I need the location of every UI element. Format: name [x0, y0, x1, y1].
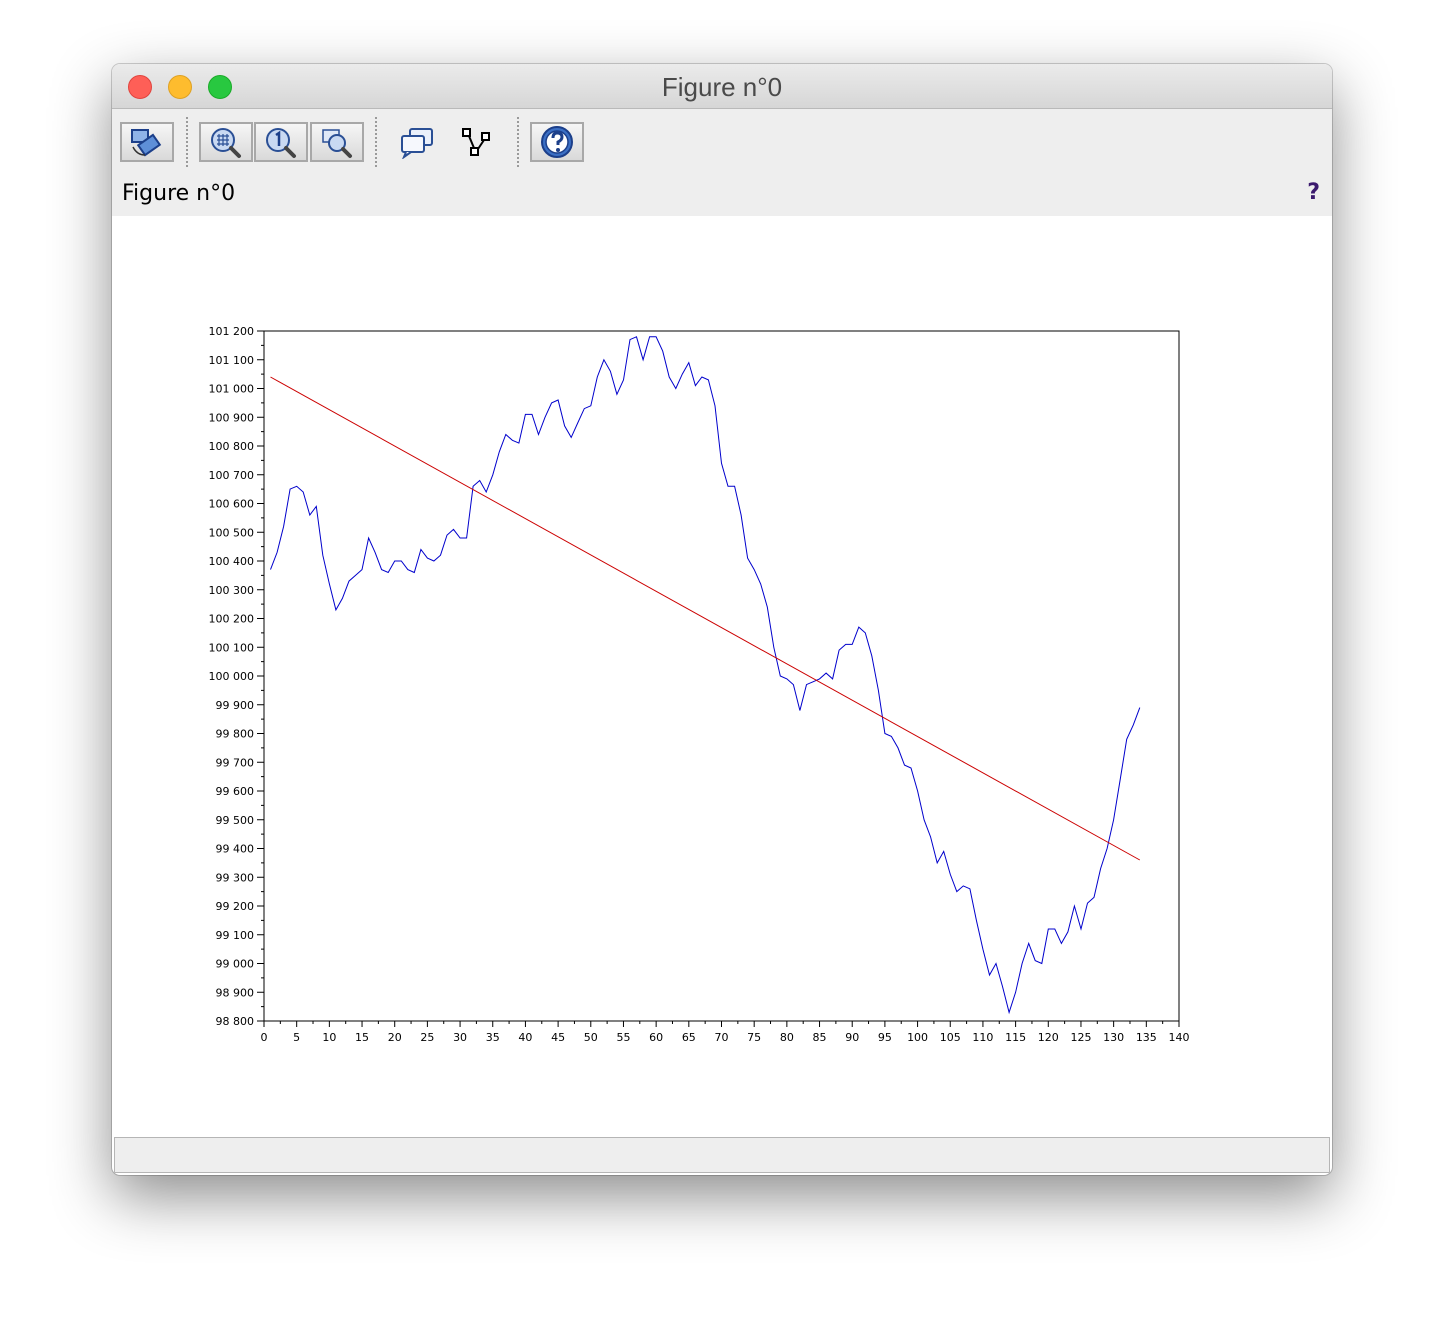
y-tick-label: 98 800	[216, 1015, 255, 1028]
y-tick-label: 100 100	[209, 641, 255, 654]
zoom-select-icon	[322, 129, 352, 158]
x-tick-label: 15	[355, 1031, 369, 1044]
x-tick-label: 50	[584, 1031, 598, 1044]
data-series-line	[270, 336, 1141, 1015]
x-tick-label: 60	[649, 1031, 663, 1044]
line-chart[interactable]: 0 5 10 15 20 25 30 35 40 45 50 55 60 65 70 75 80 85 90 95 10…	[112, 216, 1332, 1136]
y-tick-label: 100 400	[209, 555, 255, 568]
y-tick-label: 99 900	[216, 699, 255, 712]
y-tick-label: 100 600	[209, 498, 255, 511]
toolbar	[112, 109, 1332, 171]
x-tick-label: 85	[813, 1031, 827, 1044]
x-tick-label: 20	[388, 1031, 402, 1044]
title-bar[interactable]: Figure n°0	[112, 64, 1332, 109]
x-tick-label: 100	[907, 1031, 928, 1044]
plot-canvas[interactable]: 0 5 10 15 20 25 30 35 40 45 50 55 60 65 70 75 80 85 90 95 10…	[112, 216, 1332, 1136]
help-button[interactable]	[530, 122, 584, 162]
editor-icon	[462, 128, 490, 156]
y-tick-label: 100 200	[209, 613, 255, 626]
x-tick-label: 125	[1070, 1031, 1091, 1044]
y-tick-label: 99 400	[216, 843, 255, 856]
y-tick-label: 100 700	[209, 469, 255, 482]
x-tick-label: 5	[293, 1031, 300, 1044]
y-tick-label: 101 200	[209, 325, 255, 338]
x-tick-label: 45	[551, 1031, 565, 1044]
x-tick-label: 115	[1005, 1031, 1026, 1044]
trend-line	[270, 376, 1141, 861]
x-tick-label: 40	[518, 1031, 532, 1044]
y-tick-label: 99 800	[216, 728, 255, 741]
x-tick-label: 55	[616, 1031, 630, 1044]
x-tick-label: 30	[453, 1031, 467, 1044]
x-tick-label: 110	[972, 1031, 993, 1044]
x-tick-label: 130	[1103, 1031, 1124, 1044]
y-tick-label: 98 900	[216, 986, 255, 999]
figure-window: Figure n°0 Figure n°0 ? 0 5 10 15 20 25 …	[112, 64, 1332, 1175]
y-tick-label: 99 700	[216, 756, 255, 769]
zoom-grid-button[interactable]	[199, 122, 253, 162]
figure-label-bar: Figure n°0 ?	[112, 171, 1332, 216]
x-tick-label: 135	[1136, 1031, 1157, 1044]
zoom-select-button[interactable]	[310, 122, 364, 162]
y-tick-label: 99 300	[216, 871, 255, 884]
x-tick-label: 70	[715, 1031, 729, 1044]
x-tick-label: 120	[1038, 1031, 1059, 1044]
datatip-button[interactable]	[390, 122, 444, 162]
x-tick-label: 0	[261, 1031, 268, 1044]
x-tick-label: 10	[322, 1031, 336, 1044]
y-tick-label: 99 200	[216, 900, 255, 913]
editor-button[interactable]	[450, 122, 504, 162]
x-tick-label: 80	[780, 1031, 794, 1044]
zoom-original-icon	[266, 128, 296, 158]
x-tick-label: 140	[1169, 1031, 1190, 1044]
y-tick-label: 99 500	[216, 814, 255, 827]
x-tick-label: 35	[486, 1031, 500, 1044]
toolbar-separator	[517, 117, 519, 167]
y-tick-label: 100 500	[209, 526, 255, 539]
y-tick-label: 99 000	[216, 958, 255, 971]
y-tick-label: 100 300	[209, 584, 255, 597]
toolbar-separator	[375, 117, 377, 167]
y-tick-label: 100 900	[209, 411, 255, 424]
x-tick-label: 25	[420, 1031, 434, 1044]
toolbar-separator	[186, 117, 188, 167]
x-tick-label: 105	[940, 1031, 961, 1044]
y-tick-label: 99 600	[216, 785, 255, 798]
y-tick-label: 101 000	[209, 383, 255, 396]
y-tick-label: 100 800	[209, 440, 255, 453]
zoom-original-button[interactable]	[254, 122, 308, 162]
x-tick-label: 75	[747, 1031, 761, 1044]
status-bar	[114, 1137, 1330, 1173]
x-tick-label: 65	[682, 1031, 696, 1044]
y-tick-label: 101 100	[209, 354, 255, 367]
x-tick-label: 95	[878, 1031, 892, 1044]
rotate-icon	[131, 129, 162, 157]
plot-frame	[263, 330, 1180, 1022]
datatip-icon	[401, 128, 433, 159]
rotate-button[interactable]	[120, 122, 174, 162]
help-icon	[541, 126, 573, 158]
help-question-icon[interactable]: ?	[1307, 180, 1320, 205]
zoom-grid-icon	[211, 128, 241, 158]
window-title: Figure n°0	[661, 72, 783, 102]
x-tick-label: 90	[845, 1031, 859, 1044]
y-tick-label: 100 000	[209, 670, 255, 683]
figure-label: Figure n°0	[122, 181, 236, 206]
y-tick-label: 99 100	[216, 929, 255, 942]
